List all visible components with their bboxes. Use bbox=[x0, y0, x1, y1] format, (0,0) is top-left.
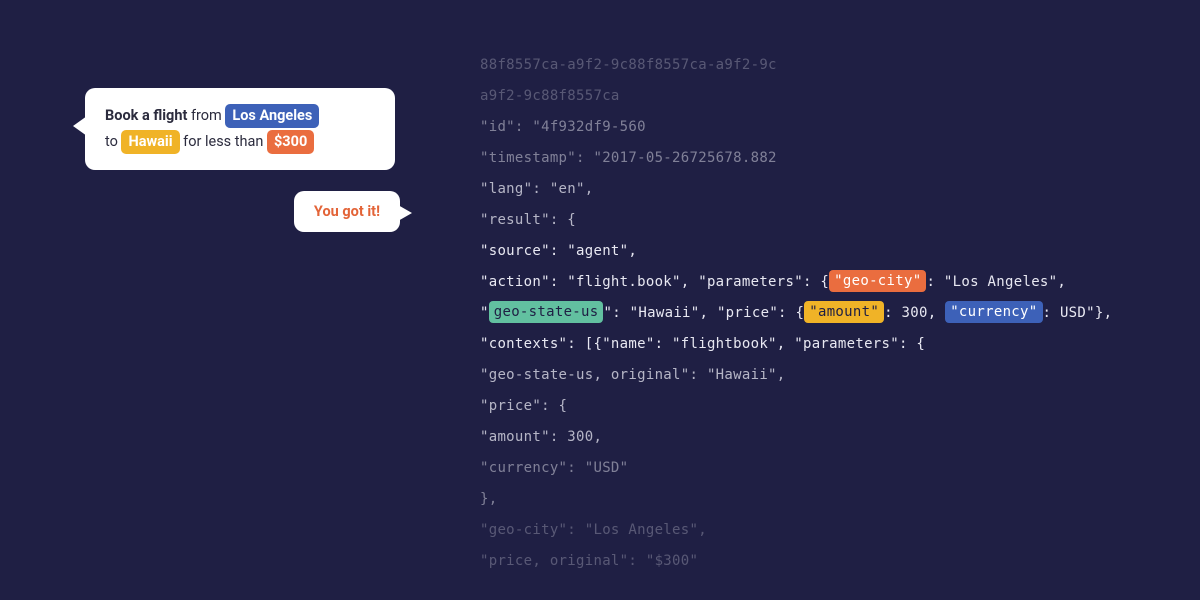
code-line: "result": { bbox=[480, 205, 1160, 236]
hl-geo-state-us: geo-state-us bbox=[489, 301, 604, 323]
segment: " bbox=[480, 305, 489, 321]
json-response-panel: 88f8557ca-a9f2-9c88f8557ca-a9f2-9c a9f2-… bbox=[480, 50, 1160, 577]
code-line: "lang": "en", bbox=[480, 174, 1160, 205]
hl-geo-city: "geo-city" bbox=[829, 270, 926, 292]
segment: : 300, bbox=[884, 305, 945, 321]
code-line: }, bbox=[480, 484, 1160, 515]
chat-panel: Book a flight from Los Angeles to Hawaii… bbox=[60, 88, 410, 170]
code-line: "price": { bbox=[480, 391, 1160, 422]
user-message-bubble: Book a flight from Los Angeles to Hawaii… bbox=[85, 88, 395, 170]
hl-currency: "currency" bbox=[945, 301, 1042, 323]
code-line: "price, original": "$300" bbox=[480, 546, 1160, 577]
code-line: a9f2-9c88f8557ca bbox=[480, 81, 1160, 112]
code-line: "contexts": [{"name": "flightbook", "par… bbox=[480, 329, 1160, 360]
city-tag: Los Angeles bbox=[225, 104, 319, 128]
code-line: "source": "agent", bbox=[480, 236, 1160, 267]
code-line: "timestamp": "2017-05-26725678.882 bbox=[480, 143, 1160, 174]
segment: "action": "flight.book", "parameters": { bbox=[480, 274, 829, 290]
code-line: "currency": "USD" bbox=[480, 453, 1160, 484]
code-line: "geo-state-us": "Hawaii", "price": {"amo… bbox=[480, 298, 1160, 329]
segment: : "Los Angeles", bbox=[926, 274, 1066, 290]
code-line: "id": "4f932df9-560 bbox=[480, 112, 1160, 143]
code-line: "action": "flight.book", "parameters": {… bbox=[480, 267, 1160, 298]
code-line: 88f8557ca-a9f2-9c88f8557ca-a9f2-9c bbox=[480, 50, 1160, 81]
bot-message-bubble: You got it! bbox=[294, 191, 400, 232]
state-tag: Hawaii bbox=[121, 130, 179, 154]
user-intro-rest: from bbox=[187, 107, 225, 124]
code-line: "geo-city": "Los Angeles", bbox=[480, 515, 1160, 546]
user-intro-bold: Book a flight bbox=[105, 107, 187, 124]
user-line2-pre: to bbox=[105, 133, 121, 150]
user-line2-mid: for less than bbox=[180, 133, 267, 150]
code-line: "amount": 300, bbox=[480, 422, 1160, 453]
bot-text: You got it! bbox=[314, 203, 380, 220]
segment: ": "Hawaii", "price": { bbox=[603, 305, 804, 321]
code-line: "geo-state-us, original": "Hawaii", bbox=[480, 360, 1160, 391]
segment: : USD"}, bbox=[1043, 305, 1113, 321]
hl-amount: "amount" bbox=[804, 301, 884, 323]
price-tag: $300 bbox=[267, 130, 314, 154]
